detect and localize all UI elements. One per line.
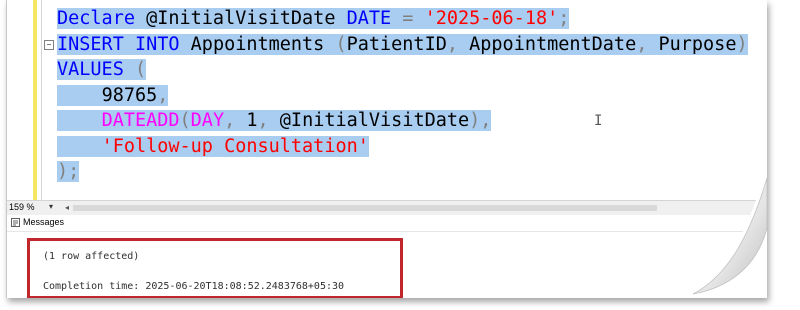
comma: , <box>480 110 492 131</box>
ssms-screenshot: − Declare @InitialVisitDate DATE = '2025… <box>6 0 767 298</box>
column-patientid: PatientID <box>346 33 447 55</box>
collapse-minus-icon[interactable]: − <box>44 40 54 50</box>
open-paren: ( <box>179 110 191 131</box>
code-line-6: 'Follow-up Consultation' <box>57 134 748 160</box>
comma: , <box>446 33 458 55</box>
operator-equals: = <box>391 8 414 29</box>
keyword-date: DATE <box>335 8 392 29</box>
function-dateadd: DATEADD <box>101 110 180 131</box>
editor-status-bar: 159 % ▾ ◂ <box>7 200 767 215</box>
table-name: Appointments <box>179 33 325 55</box>
comma: , <box>224 110 236 131</box>
horizontal-scrollbar[interactable] <box>73 205 657 211</box>
messages-pane: (1 row affected) Completion time: 2025-0… <box>7 232 767 298</box>
change-tracking-margin <box>33 0 37 200</box>
keyword-values: VALUES <box>57 59 124 80</box>
messages-icon <box>11 218 20 227</box>
completion-time-message: Completion time: 2025-06-20T18:08:52.248… <box>43 281 345 292</box>
query-editor[interactable]: − Declare @InitialVisitDate DATE = '2025… <box>7 0 767 200</box>
code-line-7: ); <box>57 159 748 185</box>
code-line-1: Declare @InitialVisitDate DATE = '2025-0… <box>57 6 748 32</box>
keyword-declare: Declare <box>57 8 135 29</box>
close-paren: ) <box>469 110 481 131</box>
code-line-2: INSERT INTO Appointments (PatientID, App… <box>57 32 748 58</box>
close-paren: ) <box>736 33 748 55</box>
zoom-dropdown-icon[interactable]: ▾ <box>49 202 53 211</box>
patient-id-value: 98765 <box>101 84 158 106</box>
results-tab-bar: Messages <box>7 215 767 232</box>
column-purpose: Purpose <box>647 33 737 55</box>
increment-value: 1 <box>235 110 258 131</box>
comma: , <box>157 84 169 106</box>
close-paren-semicolon: ); <box>57 161 80 182</box>
variable-reference: @InitialVisitDate <box>268 110 470 131</box>
variable-name: @InitialVisitDate <box>134 8 336 29</box>
code-line-3: VALUES ( <box>57 57 748 83</box>
code-line-5: DATEADD(DAY, 1, @InitialVisitDate), <box>57 108 748 134</box>
rows-affected-message: (1 row affected) <box>43 251 140 262</box>
scroll-left-icon[interactable]: ◂ <box>65 203 69 212</box>
column-appointmentdate: AppointmentDate <box>458 33 637 55</box>
date-literal: '2025-06-18' <box>413 8 559 29</box>
datepart-day: DAY <box>190 110 225 131</box>
code-line-4: 98765, <box>57 83 748 109</box>
zoom-level[interactable]: 159 % <box>9 202 35 212</box>
comma: , <box>636 33 648 55</box>
purpose-literal: 'Follow-up Consultation' <box>101 135 369 157</box>
keyword-insert-into: INSERT INTO <box>57 33 180 55</box>
tab-messages[interactable]: Messages <box>23 217 64 227</box>
outline-margin <box>41 0 42 200</box>
semicolon: ; <box>558 8 570 29</box>
open-paren: ( <box>123 59 147 80</box>
ibeam-cursor-icon: I <box>594 113 603 129</box>
comma: , <box>257 110 269 131</box>
open-paren: ( <box>324 33 347 55</box>
sql-code[interactable]: Declare @InitialVisitDate DATE = '2025-0… <box>57 6 748 185</box>
